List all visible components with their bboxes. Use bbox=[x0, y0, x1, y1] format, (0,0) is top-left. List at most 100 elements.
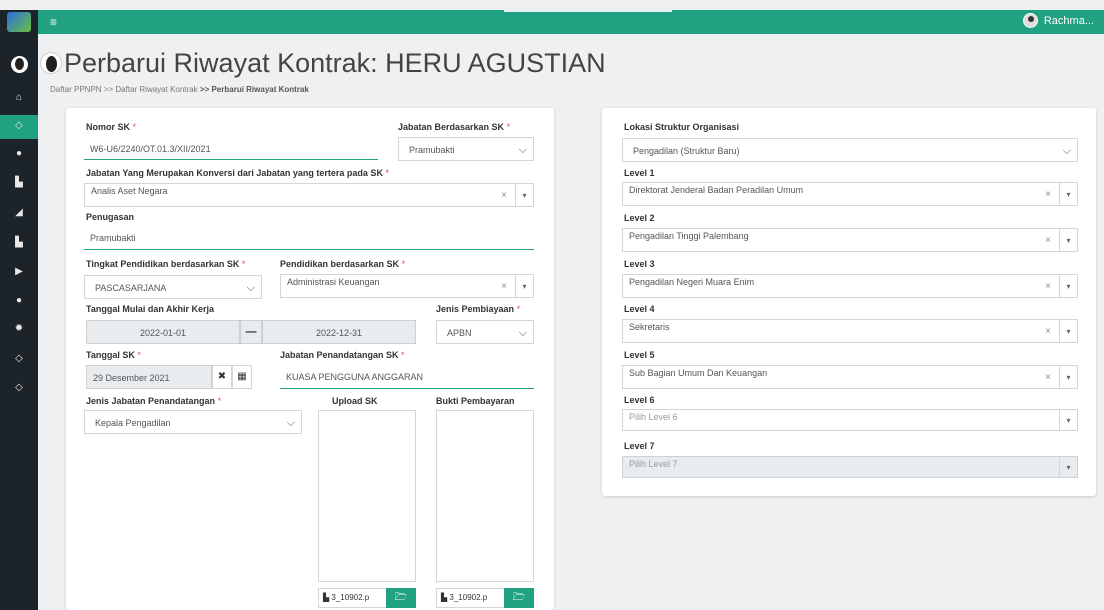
bar-chart-icon[interactable]: ▙ bbox=[0, 177, 38, 188]
calendar-icon[interactable]: ▦ bbox=[232, 365, 252, 389]
organization-structure-card: Lokasi Struktur Organisasi Pengadilan (S… bbox=[602, 108, 1096, 496]
bukti-pembayaran-filename-text: 3_10902.p bbox=[449, 593, 488, 602]
diamond-icon-3[interactable]: ◇ bbox=[0, 382, 38, 393]
level5-value: Sub Bagian Umum Dan Keuangan bbox=[629, 368, 768, 378]
upload-sk-label: Upload SK bbox=[332, 396, 378, 406]
jabatan-sk-label: Jabatan Berdasarkan SK * bbox=[398, 122, 511, 132]
level3-label: Level 3 bbox=[624, 259, 655, 269]
dropdown-arrow-icon[interactable]: ▾ bbox=[1059, 275, 1077, 297]
top-navbar: ≡ Rachma... bbox=[0, 10, 1104, 34]
bar-chart-icon-2[interactable]: ▙ bbox=[0, 237, 38, 248]
dropdown-arrow-icon[interactable]: ▾ bbox=[1059, 320, 1077, 342]
diamond-icon-2[interactable]: ◇ bbox=[0, 353, 38, 364]
clear-date-icon[interactable]: ✖ bbox=[212, 365, 232, 389]
dropdown-arrow-icon[interactable]: ▾ bbox=[1059, 183, 1077, 205]
dropdown-arrow-icon[interactable]: ▾ bbox=[1059, 366, 1077, 388]
jenis-jabatan-penandatangan-value: Kepala Pengadilan bbox=[95, 418, 171, 428]
level7-placeholder: Pilih Level 7 bbox=[629, 459, 678, 469]
breadcrumb-item-ppnpn[interactable]: Daftar PPNPN bbox=[50, 85, 102, 94]
lokasi-label: Lokasi Struktur Organisasi bbox=[624, 122, 740, 132]
level1-label: Level 1 bbox=[624, 168, 655, 178]
clear-icon[interactable]: × bbox=[1045, 325, 1051, 339]
jenis-pembiayaan-select[interactable]: APBN ⌵ bbox=[436, 320, 534, 344]
dropdown-arrow-icon[interactable]: ▾ bbox=[1059, 410, 1077, 430]
tanggal-sk-input[interactable]: 29 Desember 2021 bbox=[86, 365, 212, 389]
jabatan-konversi-value: Analis Aset Negara bbox=[91, 186, 168, 196]
level6-select[interactable]: Pilih Level 6 ▾ bbox=[622, 409, 1078, 431]
dropdown-arrow-icon[interactable]: ▾ bbox=[515, 275, 533, 297]
breadcrumb-current: Perbarui Riwayat Kontrak bbox=[211, 85, 309, 94]
jabatan-sk-select[interactable]: Pramubakti ⌵ bbox=[398, 137, 534, 161]
chevron-down-icon: ⌵ bbox=[518, 327, 527, 339]
gear-icon[interactable]: ✹ bbox=[0, 323, 38, 334]
page-title: Perbarui Riwayat Kontrak: HERU AGUSTIAN bbox=[64, 48, 606, 78]
chevron-down-icon: ⌵ bbox=[246, 282, 255, 294]
bukti-pembayaran-preview[interactable] bbox=[436, 410, 534, 582]
level2-value: Pengadilan Tinggi Palembang bbox=[629, 231, 749, 241]
user-icon[interactable]: ● bbox=[0, 148, 38, 159]
date-range-separator: — bbox=[240, 320, 262, 344]
user-menu[interactable]: Rachma... bbox=[1022, 13, 1094, 28]
area-chart-icon[interactable]: ◢ bbox=[0, 207, 38, 218]
bukti-pembayaran-filename[interactable]: ▙ 3_10902.p bbox=[436, 588, 506, 608]
jenis-jabatan-penandatangan-label: Jenis Jabatan Penandatangan * bbox=[86, 396, 222, 406]
person-icon[interactable]: ● bbox=[0, 295, 38, 306]
upload-sk-filename-text: 3_10902.p bbox=[331, 593, 370, 602]
breadcrumb: Daftar PPNPN >> Daftar Riwayat Kontrak >… bbox=[50, 85, 309, 94]
chevron-down-icon: ⌵ bbox=[518, 144, 527, 156]
home-icon[interactable]: ⌂ bbox=[0, 92, 38, 103]
menu-toggle-icon[interactable]: ≡ bbox=[50, 15, 57, 29]
jabatan-konversi-select[interactable]: Analis Aset Negara × ▾ bbox=[84, 183, 534, 207]
level4-select[interactable]: Sekretaris × ▾ bbox=[622, 319, 1078, 343]
bukti-pembayaran-label: Bukti Pembayaran bbox=[436, 396, 515, 406]
nomor-sk-input[interactable]: W6-U6/2240/OT.01.3/XII/2021 bbox=[84, 138, 378, 160]
nomor-sk-label: Nomor SK * bbox=[86, 122, 137, 132]
app-logo-icon[interactable] bbox=[7, 12, 31, 32]
jabatan-penandatangan-input[interactable]: KUASA PENGGUNA ANGGARAN bbox=[280, 365, 534, 389]
flag-icon[interactable]: ▶ bbox=[0, 266, 38, 277]
tanggal-kerja-label: Tanggal Mulai dan Akhir Kerja bbox=[86, 304, 215, 314]
upload-sk-preview[interactable] bbox=[318, 410, 416, 582]
folder-open-icon[interactable]: 🗁 bbox=[386, 588, 416, 608]
pendidikan-value: Administrasi Keuangan bbox=[287, 277, 380, 287]
clear-icon[interactable]: × bbox=[1045, 188, 1051, 202]
clear-icon[interactable]: × bbox=[501, 280, 507, 294]
tanggal-akhir-input[interactable]: 2022-12-31 bbox=[262, 320, 416, 344]
level3-select[interactable]: Pengadilan Negeri Muara Enim × ▾ bbox=[622, 274, 1078, 298]
level1-select[interactable]: Direktorat Jenderal Badan Peradilan Umum… bbox=[622, 182, 1078, 206]
level7-select: Pilih Level 7 ▾ bbox=[622, 456, 1078, 478]
chevron-down-icon: ⌵ bbox=[286, 417, 295, 429]
clear-icon[interactable]: × bbox=[1045, 371, 1051, 385]
tingkat-pendidikan-label: Tingkat Pendidikan berdasarkan SK * bbox=[86, 259, 246, 269]
jenis-jabatan-penandatangan-select[interactable]: Kepala Pengadilan ⌵ bbox=[84, 410, 302, 434]
level5-label: Level 5 bbox=[624, 350, 655, 360]
tanggal-mulai-input[interactable]: 2022-01-01 bbox=[86, 320, 240, 344]
chevron-down-icon: ⌵ bbox=[1062, 145, 1071, 157]
lokasi-select[interactable]: Pengadilan (Struktur Baru) ⌵ bbox=[622, 138, 1078, 162]
diamond-icon[interactable]: ◇ bbox=[0, 120, 38, 131]
tingkat-pendidikan-value: PASCASARJANA bbox=[95, 283, 167, 293]
tanggal-sk-label: Tanggal SK * bbox=[86, 350, 141, 360]
level2-label: Level 2 bbox=[624, 213, 655, 223]
folder-open-icon[interactable]: 🗁 bbox=[504, 588, 534, 608]
clear-icon[interactable]: × bbox=[1045, 280, 1051, 294]
jabatan-konversi-label: Jabatan Yang Merupakan Konversi dari Jab… bbox=[86, 168, 389, 178]
tingkat-pendidikan-select[interactable]: PASCASARJANA ⌵ bbox=[84, 275, 262, 299]
breadcrumb-separator-2: >> bbox=[199, 85, 210, 94]
level6-label: Level 6 bbox=[624, 395, 655, 405]
clear-icon[interactable]: × bbox=[501, 189, 507, 203]
sidebar-avatar-icon[interactable] bbox=[11, 56, 28, 73]
penugasan-input[interactable]: Pramubakti bbox=[84, 226, 534, 250]
level5-select[interactable]: Sub Bagian Umum Dan Keuangan × ▾ bbox=[622, 365, 1078, 389]
pendidikan-label: Pendidikan berdasarkan SK * bbox=[280, 259, 406, 269]
dropdown-arrow-icon[interactable]: ▾ bbox=[515, 184, 533, 206]
clear-icon[interactable]: × bbox=[1045, 234, 1051, 248]
pendidikan-select[interactable]: Administrasi Keuangan × ▾ bbox=[280, 274, 534, 298]
jabatan-penandatangan-label: Jabatan Penandatangan SK * bbox=[280, 350, 405, 360]
upload-sk-filename[interactable]: ▙ 3_10902.p bbox=[318, 588, 388, 608]
breadcrumb-item-riwayat[interactable]: Daftar Riwayat Kontrak bbox=[115, 85, 197, 94]
dropdown-arrow-icon[interactable]: ▾ bbox=[1059, 229, 1077, 251]
level2-select[interactable]: Pengadilan Tinggi Palembang × ▾ bbox=[622, 228, 1078, 252]
top-tab-indicator bbox=[504, 10, 672, 12]
level3-value: Pengadilan Negeri Muara Enim bbox=[629, 277, 755, 287]
